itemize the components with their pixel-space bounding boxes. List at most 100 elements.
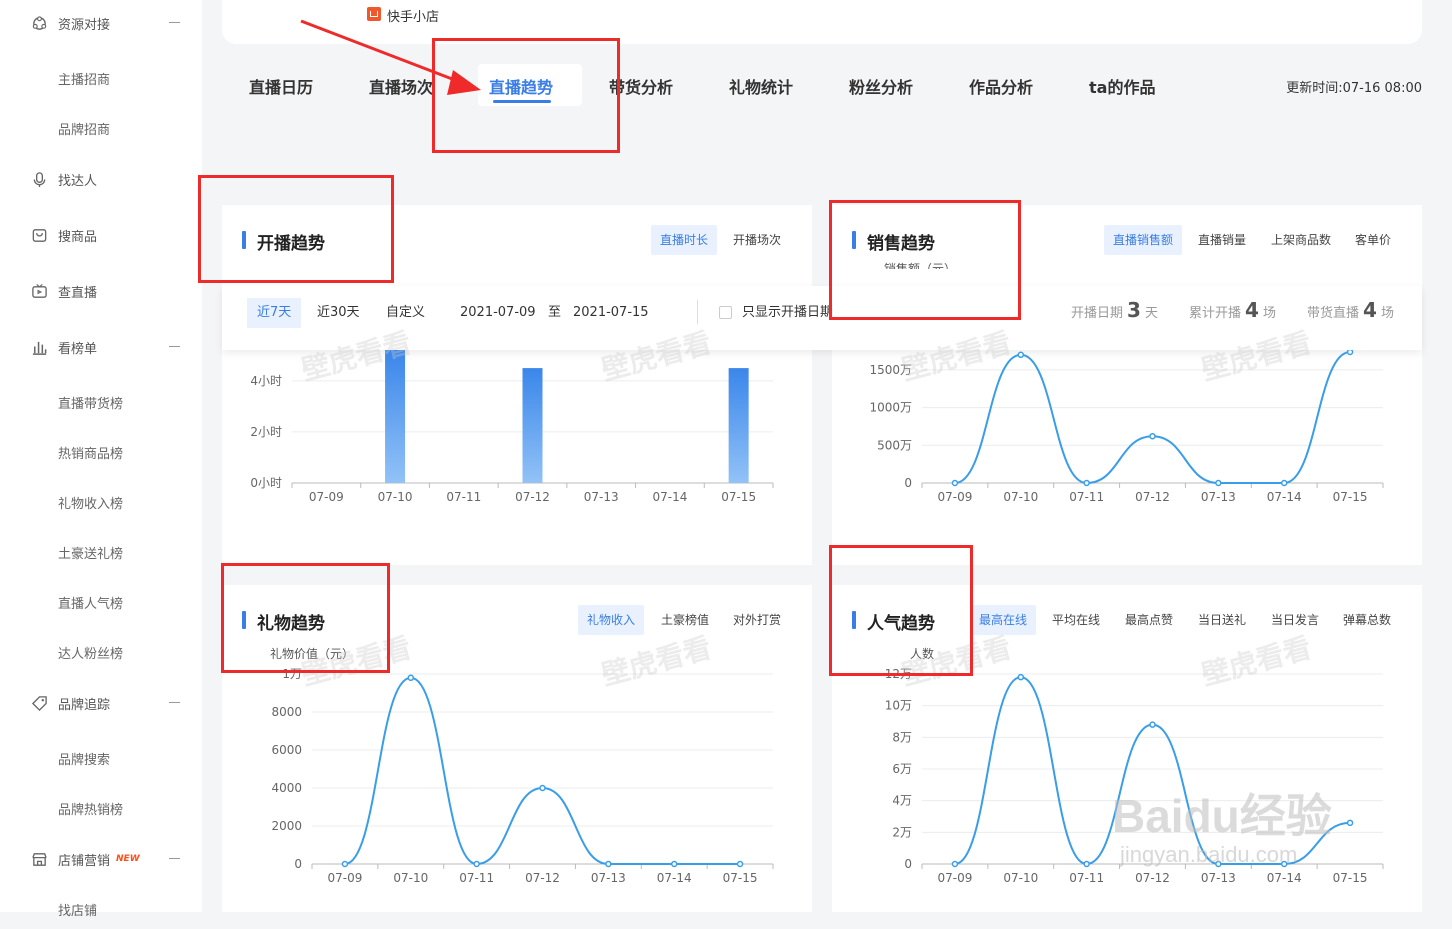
data-point	[1083, 479, 1090, 487]
resource-icon	[30, 14, 48, 32]
x-tick-label: 07-12	[515, 490, 550, 504]
collapse-icon[interactable]	[169, 702, 180, 703]
sidebar-item[interactable]: 品牌招商	[0, 108, 202, 148]
collapse-icon[interactable]	[169, 22, 180, 23]
btn-sales-amount[interactable]: 直播销售额	[1104, 225, 1183, 255]
y-tick-label: 6万	[892, 762, 912, 776]
x-tick-label: 07-15	[721, 490, 756, 504]
sidebar-item-label: 店铺营销	[58, 853, 111, 869]
sidebar-item[interactable]: 土豪送礼榜	[0, 532, 202, 572]
x-tick-label: 07-12	[1135, 490, 1170, 504]
sidebar-item[interactable]: 找达人	[0, 159, 202, 199]
store-icon	[30, 850, 48, 868]
sidebar-item[interactable]: 店铺营销 NEW	[0, 839, 202, 879]
data-point	[1149, 721, 1156, 728]
x-tick-label: 07-14	[657, 871, 692, 885]
btn-gift-income[interactable]: 礼物收入	[578, 605, 645, 635]
data-point	[605, 860, 612, 868]
range-30d[interactable]: 近30天	[307, 298, 370, 328]
tab-item[interactable]: ta的作品	[1089, 74, 1155, 98]
bar-chart-icon	[30, 338, 48, 356]
stat-total-lives: 累计开播 4 场	[1189, 298, 1276, 328]
tab-item[interactable]: 作品分析	[969, 74, 1033, 98]
x-tick-label: 07-13	[584, 490, 619, 504]
sidebar-item-label: 直播人气榜	[58, 596, 124, 612]
red-arrow	[300, 19, 481, 95]
sidebar-item[interactable]: 直播带货榜	[0, 382, 202, 422]
btn-avg-price[interactable]: 客单价	[1346, 225, 1400, 255]
sidebar-item-label: 礼物收入榜	[58, 496, 124, 512]
data-point	[951, 479, 959, 487]
gift-trend-chart: 020004000600080001万07-09 07-10 07-11 07-12 0…	[271, 667, 774, 885]
range-7d[interactable]: 近7天	[247, 298, 302, 328]
sidebar-item-label: 品牌追踪	[58, 697, 111, 713]
data-point	[670, 860, 678, 868]
sidebar-item[interactable]: 品牌搜索	[0, 738, 202, 778]
sidebar-item-label: 品牌搜索	[58, 752, 111, 768]
x-tick-label: 07-09	[309, 490, 344, 504]
btn-tips-out[interactable]: 对外打赏	[724, 605, 790, 635]
btn-broadcast-count[interactable]: 开播场次	[724, 225, 790, 255]
x-tick-label: 07-09	[937, 490, 972, 504]
y-tick-label: 10万	[885, 699, 912, 713]
date-end[interactable]: 2021-07-15	[563, 298, 659, 328]
x-tick-label: 07-14	[652, 490, 687, 504]
tv-icon	[30, 282, 48, 300]
sidebar-item[interactable]: 看榜单	[0, 327, 202, 367]
btn-listed-products[interactable]: 上架商品数	[1262, 225, 1340, 255]
highlight-box-sales	[829, 200, 1021, 320]
sidebar-item-label: 热销商品榜	[58, 446, 124, 462]
data-point	[1017, 351, 1025, 359]
stat-live-days: 开播日期 3 天	[1071, 298, 1158, 328]
btn-duration[interactable]: 直播时长	[651, 225, 718, 255]
btn-daily-gifts[interactable]: 当日送礼	[1189, 605, 1255, 635]
checkbox-label: 只显示开播日期	[742, 305, 834, 320]
x-tick-label: 07-11	[1069, 490, 1104, 504]
btn-peak-likes[interactable]: 最高点赞	[1116, 605, 1182, 635]
stat-sales-lives: 带货直播 4 场	[1307, 298, 1394, 328]
collapse-icon[interactable]	[169, 858, 180, 859]
btn-avg-online[interactable]: 平均在线	[1043, 605, 1109, 635]
sidebar-item[interactable]: 资源对接	[0, 3, 202, 43]
x-tick-label: 07-12	[1135, 871, 1170, 885]
sidebar-item[interactable]: 品牌热销榜	[0, 788, 202, 828]
sidebar-item-label: 资源对接	[58, 17, 111, 33]
sidebar-item[interactable]: 主播招商	[0, 58, 202, 98]
collapse-icon[interactable]	[169, 346, 180, 347]
sidebar-item[interactable]: 查直播	[0, 271, 202, 311]
btn-sales-volume[interactable]: 直播销量	[1189, 225, 1255, 255]
bar	[385, 350, 406, 483]
y-tick-label: 2000	[271, 819, 302, 833]
x-tick-label: 07-13	[1201, 871, 1236, 885]
sidebar-item[interactable]: 礼物收入榜	[0, 482, 202, 522]
sidebar-item-label: 土豪送礼榜	[58, 546, 124, 562]
sidebar-item-label: 搜商品	[58, 229, 98, 245]
y-tick-label: 500万	[877, 438, 912, 452]
sidebar-item[interactable]: 品牌追踪	[0, 683, 202, 723]
btn-danmaku-total[interactable]: 弹幕总数	[1334, 605, 1400, 635]
y-tick-label: 1000万	[869, 401, 912, 415]
data-point	[407, 674, 415, 682]
stat-label: 开播日期	[1071, 306, 1124, 321]
sidebar-item[interactable]: 找店铺	[0, 889, 202, 929]
sidebar-item[interactable]: 达人粉丝榜	[0, 632, 202, 672]
date-start[interactable]: 2021-07-09	[450, 298, 546, 328]
y-tick-label: 0小时	[250, 476, 282, 490]
stat-label: 带货直播	[1307, 306, 1360, 321]
sidebar-item[interactable]: 搜商品	[0, 215, 202, 255]
bar	[728, 368, 749, 483]
tab-item[interactable]: 粉丝分析	[849, 74, 913, 98]
tab-item[interactable]: 礼物统计	[729, 74, 793, 98]
x-tick-label: 07-11	[446, 490, 481, 504]
data-point	[736, 860, 744, 868]
sidebar-item-label: 找店铺	[58, 903, 98, 919]
show-live-days-checkbox[interactable]	[719, 306, 732, 319]
data-point	[1280, 479, 1288, 487]
highlight-box-popularity	[829, 545, 973, 676]
sidebar-item[interactable]: 直播人气榜	[0, 582, 202, 622]
data-point	[1215, 479, 1222, 487]
divider	[697, 300, 698, 324]
bar	[522, 368, 543, 483]
sidebar-item[interactable]: 热销商品榜	[0, 432, 202, 472]
y-tick-label: 8000	[271, 705, 302, 719]
